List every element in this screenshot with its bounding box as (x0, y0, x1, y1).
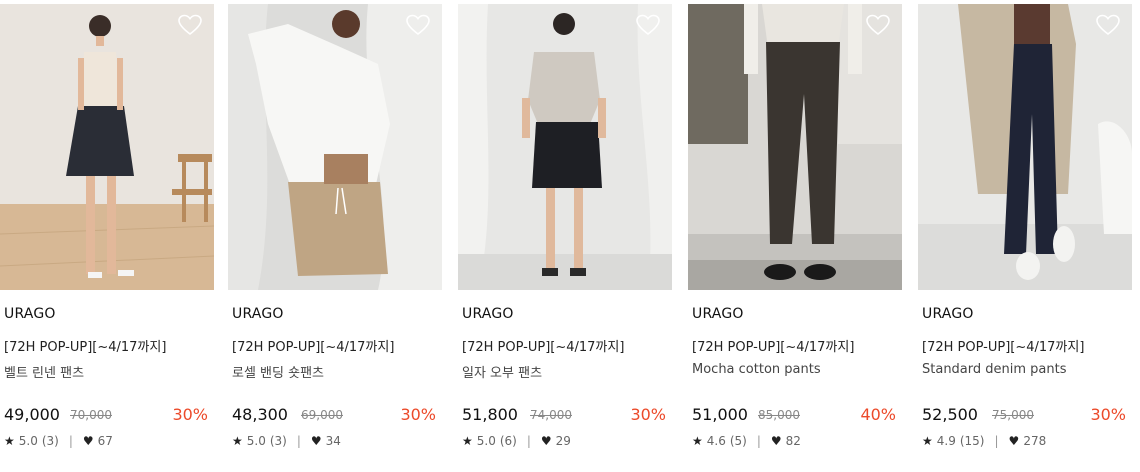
like-heart-icon: ♥ (770, 434, 782, 448)
discount-rate: 30% (630, 405, 666, 424)
star-icon: ★ (922, 434, 933, 448)
like-count: 67 (97, 434, 113, 448)
brand-name[interactable]: URAGO (692, 306, 744, 322)
like-heart-icon: ♥ (82, 434, 94, 448)
product-meta: ★ 5.0 (3) | ♥ 67 (4, 434, 113, 448)
review-count: (3) (41, 434, 59, 448)
brand-name[interactable]: URAGO (232, 306, 284, 322)
discount-rate: 30% (400, 405, 436, 424)
original-price: 69,000 (301, 408, 343, 422)
review-count: (15) (959, 434, 985, 448)
promo-label[interactable]: [72H POP-UP][~4/17까지] (232, 336, 394, 355)
discount-rate: 30% (172, 405, 208, 424)
wishlist-heart-icon[interactable] (866, 14, 890, 36)
product-image[interactable] (458, 4, 672, 290)
promo-label[interactable]: [72H POP-UP][~4/17까지] (4, 336, 166, 355)
rating-value: 5.0 (246, 434, 266, 448)
like-heart-icon: ♥ (540, 434, 552, 448)
original-price: 85,000 (758, 408, 800, 422)
divider: | (526, 434, 531, 448)
divider: | (994, 434, 999, 448)
review-count: (6) (499, 434, 517, 448)
wishlist-heart-icon[interactable] (406, 14, 430, 36)
divider: | (296, 434, 301, 448)
product-card[interactable]: URAGO [72H POP-UP][~4/17까지] 일자 오부 팬츠 51,… (458, 0, 672, 472)
like-heart-icon: ♥ (1008, 434, 1020, 448)
promo-label[interactable]: [72H POP-UP][~4/17까지] (462, 336, 624, 355)
like-count: 278 (1023, 434, 1047, 448)
star-icon: ★ (692, 434, 703, 448)
product-card[interactable]: URAGO [72H POP-UP][~4/17까지] 벨트 린넨 팬츠 49,… (0, 0, 214, 472)
sale-price: 48,300 (232, 405, 288, 424)
sale-price: 51,000 (692, 405, 748, 424)
sale-price: 52,500 (922, 405, 978, 424)
like-count: 29 (555, 434, 571, 448)
rating-value: 4.6 (706, 434, 726, 448)
like-count: 82 (785, 434, 801, 448)
like-count: 34 (325, 434, 341, 448)
product-image[interactable] (228, 4, 442, 290)
review-count: (5) (729, 434, 747, 448)
product-grid: URAGO [72H POP-UP][~4/17까지] 벨트 린넨 팬츠 49,… (0, 0, 1140, 472)
wishlist-heart-icon[interactable] (178, 14, 202, 36)
divider: | (756, 434, 761, 448)
product-card[interactable]: URAGO [72H POP-UP][~4/17까지] Mocha cotton… (688, 0, 902, 472)
star-icon: ★ (232, 434, 243, 448)
brand-name[interactable]: URAGO (462, 306, 514, 322)
product-image[interactable] (688, 4, 902, 290)
sale-price: 51,800 (462, 405, 518, 424)
product-name[interactable]: 로셀 밴딩 숏팬츠 (232, 362, 324, 381)
star-icon: ★ (4, 434, 15, 448)
promo-label[interactable]: [72H POP-UP][~4/17까지] (922, 336, 1084, 355)
product-image[interactable] (0, 4, 214, 290)
product-name[interactable]: Mocha cotton pants (692, 362, 821, 377)
review-count: (3) (269, 434, 287, 448)
wishlist-heart-icon[interactable] (1096, 14, 1120, 36)
product-name[interactable]: 벨트 린넨 팬츠 (4, 362, 84, 381)
product-name[interactable]: 일자 오부 팬츠 (462, 362, 542, 381)
sale-price: 49,000 (4, 405, 60, 424)
product-meta: ★ 5.0 (3) | ♥ 34 (232, 434, 341, 448)
product-image[interactable] (918, 4, 1132, 290)
discount-rate: 30% (1090, 405, 1126, 424)
product-card[interactable]: URAGO [72H POP-UP][~4/17까지] Standard den… (918, 0, 1132, 472)
like-heart-icon: ♥ (310, 434, 322, 448)
rating-value: 5.0 (476, 434, 496, 448)
star-icon: ★ (462, 434, 473, 448)
product-meta: ★ 4.6 (5) | ♥ 82 (692, 434, 801, 448)
original-price: 70,000 (70, 408, 112, 422)
product-card[interactable]: URAGO [72H POP-UP][~4/17까지] 로셀 밴딩 숏팬츠 48… (228, 0, 442, 472)
original-price: 75,000 (992, 408, 1034, 422)
brand-name[interactable]: URAGO (4, 306, 56, 322)
brand-name[interactable]: URAGO (922, 306, 974, 322)
product-meta: ★ 4.9 (15) | ♥ 278 (922, 434, 1046, 448)
promo-label[interactable]: [72H POP-UP][~4/17까지] (692, 336, 854, 355)
product-meta: ★ 5.0 (6) | ♥ 29 (462, 434, 571, 448)
rating-value: 5.0 (18, 434, 38, 448)
rating-value: 4.9 (936, 434, 956, 448)
wishlist-heart-icon[interactable] (636, 14, 660, 36)
product-name[interactable]: Standard denim pants (922, 362, 1067, 377)
original-price: 74,000 (530, 408, 572, 422)
divider: | (68, 434, 73, 448)
discount-rate: 40% (860, 405, 896, 424)
